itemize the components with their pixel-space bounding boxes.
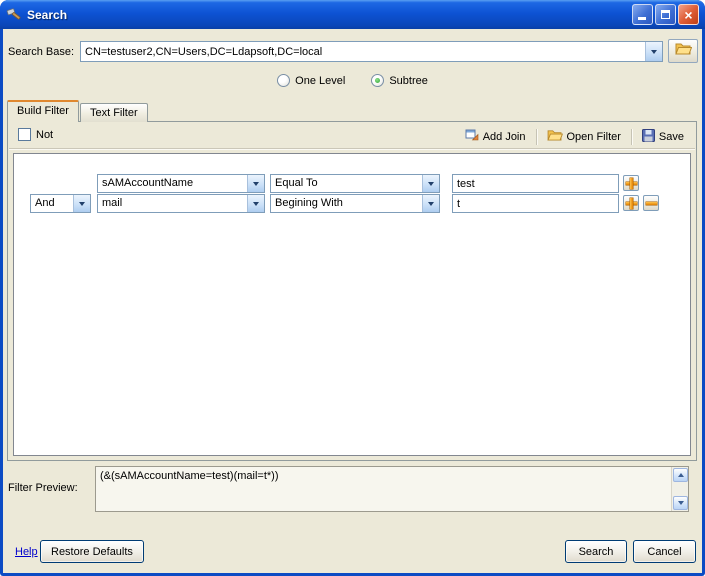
close-icon: ×	[684, 8, 692, 22]
remove-condition-button-row2[interactable]	[643, 195, 659, 211]
dropdown-arrow-icon	[422, 175, 439, 192]
scroll-down-button[interactable]	[673, 496, 688, 510]
plus-icon	[626, 198, 637, 209]
dropdown-arrow-icon	[422, 195, 439, 212]
cancel-button[interactable]: Cancel	[633, 540, 696, 563]
radio-one-level-icon	[277, 74, 290, 87]
toolbar-separator	[536, 129, 537, 145]
preview-scrollbar[interactable]	[671, 467, 688, 511]
maximize-button[interactable]	[655, 4, 676, 25]
open-filter-label: Open Filter	[567, 131, 621, 143]
radio-subtree-icon	[371, 74, 384, 87]
filter-toolbar: Add Join Open Filter	[462, 127, 687, 146]
join-select-row2-value: And	[31, 195, 73, 212]
radio-one-level[interactable]: One Level	[277, 74, 345, 87]
save-filter-label: Save	[659, 131, 684, 143]
close-button[interactable]: ×	[678, 4, 699, 25]
add-condition-button-row2[interactable]	[623, 195, 639, 211]
tab-build-filter[interactable]: Build Filter	[7, 100, 79, 122]
operator-select-row1-value: Equal To	[271, 175, 422, 192]
save-filter-button[interactable]: Save	[639, 128, 687, 146]
operator-select-row2-value: Begining With	[271, 195, 422, 212]
tab-text-filter[interactable]: Text Filter	[80, 103, 148, 122]
filter-preview-box: (&(sAMAccountName=test)(mail=t*))	[95, 466, 689, 512]
dropdown-arrow-icon	[73, 195, 90, 212]
minimize-button[interactable]	[632, 4, 653, 25]
minimize-icon	[638, 17, 646, 20]
not-checkbox[interactable]	[18, 128, 31, 141]
filter-preview-label: Filter Preview:	[8, 482, 78, 494]
dialog-content: Search Base: One Level Subtree	[3, 29, 702, 573]
add-join-icon	[465, 128, 479, 145]
join-select-row2[interactable]: And	[30, 194, 91, 213]
operator-select-row2[interactable]: Begining With	[270, 194, 440, 213]
search-base-label: Search Base:	[8, 46, 74, 58]
value-input-row1[interactable]	[452, 174, 619, 193]
dropdown-arrow-icon	[247, 195, 264, 212]
titlebar[interactable]: Search ×	[0, 0, 705, 29]
maximize-icon	[661, 10, 670, 19]
attribute-select-row1-value: sAMAccountName	[98, 175, 247, 192]
radio-subtree[interactable]: Subtree	[371, 74, 428, 87]
tool-icon	[6, 7, 22, 23]
radio-one-level-label: One Level	[295, 75, 345, 87]
plus-icon	[626, 178, 637, 189]
save-disk-icon	[642, 129, 655, 145]
build-filter-panel: Not Add Join	[7, 121, 697, 461]
search-base-input[interactable]	[81, 42, 645, 61]
add-join-label: Add Join	[483, 131, 526, 143]
attribute-select-row2[interactable]: mail	[97, 194, 265, 213]
add-join-button[interactable]: Add Join	[462, 127, 529, 146]
open-folder-icon	[675, 42, 692, 60]
not-checkbox-label: Not	[36, 129, 53, 141]
toolbar-separator	[631, 129, 632, 145]
dropdown-arrow-icon	[645, 42, 662, 61]
scroll-up-button[interactable]	[673, 468, 688, 482]
filter-builder-area: sAMAccountName Equal To And mail	[13, 153, 691, 456]
arrow-up-icon	[678, 473, 684, 477]
not-checkbox-wrap[interactable]: Not	[18, 128, 53, 141]
arrow-down-icon	[678, 501, 684, 505]
search-base-combobox[interactable]	[80, 41, 663, 62]
operator-select-row1[interactable]: Equal To	[270, 174, 440, 193]
open-folder-icon	[547, 129, 563, 144]
window-title: Search	[27, 8, 632, 22]
search-button[interactable]: Search	[565, 540, 627, 563]
attribute-select-row1[interactable]: sAMAccountName	[97, 174, 265, 193]
open-filter-button[interactable]: Open Filter	[544, 128, 624, 145]
browse-search-base-button[interactable]	[668, 39, 698, 63]
minus-icon	[646, 198, 657, 209]
add-condition-button-row1[interactable]	[623, 175, 639, 191]
attribute-select-row2-value: mail	[98, 195, 247, 212]
restore-defaults-button[interactable]: Restore Defaults	[40, 540, 144, 563]
value-input-row2[interactable]	[452, 194, 619, 213]
dropdown-arrow-icon	[247, 175, 264, 192]
filter-preview-value: (&(sAMAccountName=test)(mail=t*))	[100, 470, 666, 482]
toolbar-divider	[9, 148, 695, 149]
help-link[interactable]: Help	[15, 546, 38, 558]
filter-tabs: Build Filter Text Filter	[7, 100, 149, 122]
search-scope-group: One Level Subtree	[3, 74, 702, 87]
radio-subtree-label: Subtree	[389, 75, 428, 87]
search-dialog: Search × Search Base: One Leve	[0, 0, 705, 576]
